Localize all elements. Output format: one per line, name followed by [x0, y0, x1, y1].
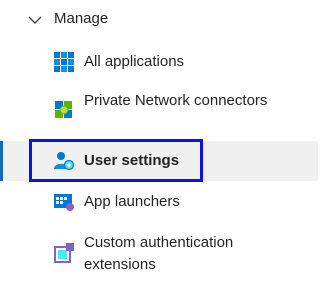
manage-nav-panel: Manage All applications Private Network …	[0, 0, 318, 285]
user-settings-icon	[54, 152, 75, 171]
nav-item-label-app-launchers: App launchers	[84, 193, 180, 210]
nav-item-label-private-network-connectors: Private Network connectors	[84, 92, 268, 109]
manage-group-header[interactable]: Manage	[0, 0, 318, 40]
chevron-down-icon	[28, 16, 42, 24]
selection-indicator	[0, 141, 3, 181]
nav-item-custom-authentication-extensions[interactable]: Custom authentication extensions	[0, 228, 318, 278]
nav-item-label-custom-authentication-extensions: Custom authentication extensions	[84, 234, 234, 273]
manage-group-label: Manage	[54, 10, 109, 27]
nav-item-label-user-settings: User settings	[84, 152, 180, 169]
custom-extension-icon	[54, 243, 74, 263]
nav-item-all-applications[interactable]: All applications	[0, 42, 318, 82]
nav-item-label-all-applications: All applications	[84, 53, 185, 70]
nav-item-app-launchers[interactable]: App launchers	[0, 182, 318, 222]
grid-apps-icon	[54, 52, 74, 72]
nav-item-private-network-connectors[interactable]: Private Network connectors	[0, 86, 318, 136]
nav-item-user-settings[interactable]: User settings	[0, 141, 318, 181]
network-connector-icon	[55, 101, 72, 118]
app-launcher-icon	[54, 194, 74, 211]
